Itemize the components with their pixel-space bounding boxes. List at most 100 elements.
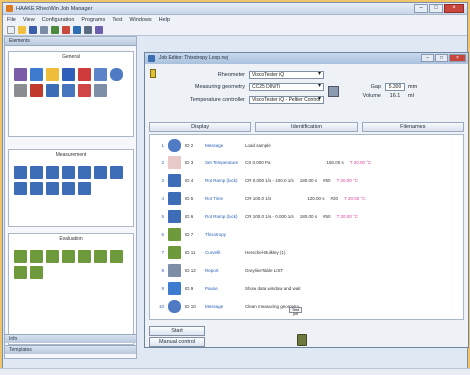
open-icon[interactable] <box>18 25 26 34</box>
trash-icon[interactable] <box>297 334 307 346</box>
maximize-button[interactable]: □ <box>429 4 443 13</box>
status-bar <box>0 368 470 375</box>
rheometer-row: Rheometer ViscoTester iQ <box>157 71 324 79</box>
regression-icon[interactable] <box>78 250 91 263</box>
new-icon[interactable] <box>7 25 15 34</box>
chart-icon[interactable] <box>78 84 91 97</box>
tab-identification[interactable]: Identification <box>255 122 358 132</box>
gap-input[interactable]: 5.300 <box>385 83 405 91</box>
editor-close-button[interactable]: × <box>449 54 466 62</box>
arrow-icon[interactable] <box>78 68 91 81</box>
book-icon[interactable] <box>94 68 107 81</box>
save-icon[interactable] <box>29 25 37 34</box>
list-item[interactable]: 8 ID 12 Report GreylineTable LIST <box>150 262 463 278</box>
osc-freq-icon[interactable] <box>14 182 27 195</box>
menu-programs[interactable]: Programs <box>81 17 105 23</box>
osc-ramp-icon[interactable] <box>110 166 123 179</box>
list-item[interactable]: 5 ID 6 Rot Ramp (lock) CR 100.0 1/s - 0.… <box>150 208 463 224</box>
list-item[interactable]: 10 ID 10 Message Clean measuring geometr… <box>150 298 463 314</box>
tab-filenames[interactable]: Filenames <box>361 122 464 132</box>
rot-ramp-icon[interactable] <box>30 166 43 179</box>
rot-ramp-icon <box>168 173 181 187</box>
list-item[interactable]: 3 ID 4 Rot Ramp (lock) CR 0.000 1/s - 10… <box>150 172 463 188</box>
fit-icon[interactable] <box>14 250 27 263</box>
geometry-image-icon[interactable] <box>328 86 339 97</box>
list-item[interactable]: 6 ID 7 Thixotropy <box>150 226 463 242</box>
list-item[interactable]: 9 ID 9 Pause Show data window and wait <box>150 280 463 296</box>
geometry-select[interactable]: CC25 DIN/Ti <box>249 83 324 91</box>
notes-icon[interactable] <box>46 84 59 97</box>
templates-bar[interactable]: Templates <box>5 345 136 354</box>
osc-icon[interactable] <box>94 166 107 179</box>
list-item[interactable]: 7 ID 11 Curvefit Herschel-Bulkley (1) <box>150 244 463 260</box>
test-job-button[interactable]: Test job <box>289 307 302 316</box>
folder-icon[interactable] <box>46 68 59 81</box>
rot-time-icon[interactable] <box>14 166 27 179</box>
thermometer-icon <box>168 155 181 169</box>
start-button[interactable]: Start <box>149 326 205 336</box>
edit-icon[interactable] <box>30 68 43 81</box>
job-element-list: 1 ID 2 Message Load sample 2 ID 3 Set Te… <box>149 134 464 320</box>
gap-unit: mm <box>408 84 418 90</box>
thixo-icon[interactable] <box>46 250 59 263</box>
volume-value: 16.1 <box>389 93 401 99</box>
menu-bar: File View Configuration Programs Test Wi… <box>3 15 467 24</box>
print-icon[interactable] <box>40 25 48 34</box>
gap-row: Gap 5.300 mm <box>367 83 417 91</box>
list-item[interactable]: 4 ID 5 Rot Time CR 100.0 1/s 120.00 s #20 T… <box>150 190 463 206</box>
editor-minimize-button[interactable]: – <box>421 54 434 62</box>
app-title: HAAKE RheoWin Job Manager <box>16 5 93 12</box>
window-icon[interactable] <box>73 25 81 34</box>
temperature-select[interactable]: ViscoTester iQ - Peltier Control <box>249 96 324 104</box>
menu-file[interactable]: File <box>7 17 16 23</box>
geometry-label: Measuring geometry <box>194 84 245 90</box>
rheometer-select[interactable]: ViscoTester iQ <box>249 71 324 79</box>
rot-lock-icon[interactable] <box>78 166 91 179</box>
creep-icon[interactable] <box>46 182 59 195</box>
rot-steps-icon[interactable] <box>46 166 59 179</box>
menu-view[interactable]: View <box>23 17 35 23</box>
temperature-label: Temperature controller <box>189 97 245 103</box>
editor-maximize-button[interactable]: □ <box>435 54 448 62</box>
osc-temp-icon[interactable] <box>30 182 43 195</box>
gap-label: Gap <box>370 84 381 90</box>
report-icon[interactable] <box>94 84 107 97</box>
thixo-icon <box>168 227 181 241</box>
analysis-icon[interactable] <box>94 250 107 263</box>
help-icon[interactable] <box>95 25 103 34</box>
report-icon <box>168 263 181 277</box>
hand-icon[interactable] <box>14 68 27 81</box>
list-item[interactable]: 2 ID 3 Set Temperature CS 0.000 Pa 150.00… <box>150 154 463 170</box>
menu-windows[interactable]: Windows <box>129 17 151 23</box>
menu-test[interactable]: Test <box>112 17 122 23</box>
tab-display[interactable]: Display <box>149 122 252 132</box>
list-item[interactable]: 1 ID 2 Message Load sample <box>150 137 463 153</box>
curve-fit-icon[interactable] <box>30 250 43 263</box>
program-icon[interactable] <box>30 84 43 97</box>
temperature-row: Temperature controller ViscoTester iQ - … <box>157 96 324 104</box>
menu-help[interactable]: Help <box>159 17 170 23</box>
list-icon[interactable] <box>62 68 75 81</box>
manual-control-button[interactable]: Manual control <box>149 337 205 347</box>
rheometer-label: Rheometer <box>217 72 245 78</box>
calc-icon[interactable] <box>30 266 43 279</box>
recovery-icon[interactable] <box>62 182 75 195</box>
close-button[interactable]: × <box>444 4 464 13</box>
job-icon[interactable] <box>51 25 59 34</box>
rot-curve-icon[interactable] <box>62 166 75 179</box>
message-icon[interactable] <box>110 68 123 81</box>
table-icon[interactable] <box>62 84 75 97</box>
stats-icon[interactable] <box>14 266 27 279</box>
curve-fit-icon <box>168 245 181 259</box>
minimize-button[interactable]: – <box>414 4 428 13</box>
job-editor-title-bar: Job Editor: Thixotropy Loop.rwj – □ × <box>145 53 468 64</box>
delete-icon[interactable] <box>62 25 70 34</box>
pump-icon[interactable] <box>14 84 27 97</box>
compare-icon[interactable] <box>110 250 123 263</box>
yield-icon[interactable] <box>62 250 75 263</box>
elements-header: Elements <box>5 37 136 46</box>
menu-configuration[interactable]: Configuration <box>42 17 75 23</box>
relax-icon[interactable] <box>78 182 91 195</box>
info-bar[interactable]: Info <box>5 334 136 343</box>
tile-icon[interactable] <box>84 25 92 34</box>
